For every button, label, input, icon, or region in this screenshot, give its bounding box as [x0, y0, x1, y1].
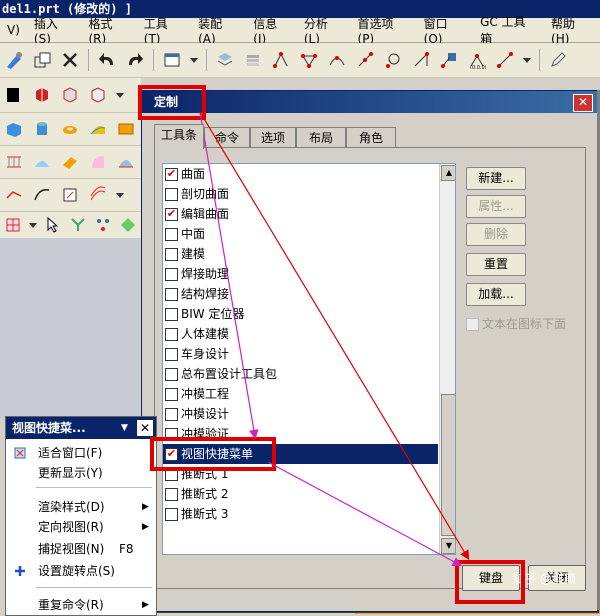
arrow-item-to-keyboard [267, 461, 463, 567]
annotation-arrows [199, 111, 470, 567]
arrow-to-keyboard-red [199, 111, 470, 561]
tab-toolbars[interactable]: 工具条 [154, 124, 204, 149]
arrow-to-item [199, 111, 259, 440]
